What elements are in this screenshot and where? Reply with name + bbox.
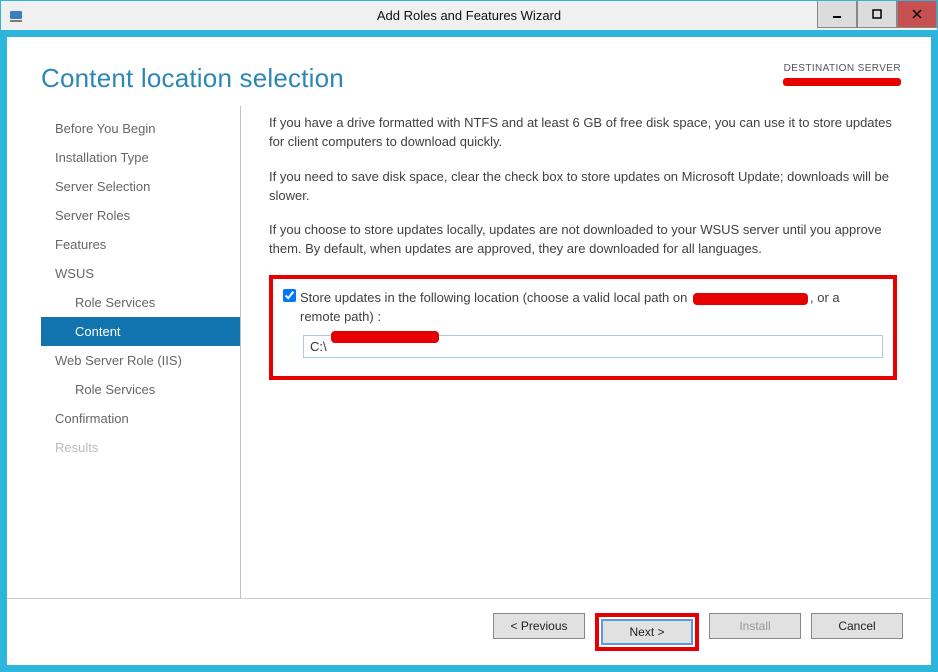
sidebar-item-server-selection[interactable]: Server Selection bbox=[41, 172, 240, 201]
body-frame: Content location selection DESTINATION S… bbox=[1, 31, 937, 671]
server-name-redacted bbox=[693, 293, 808, 305]
store-updates-row: Store updates in the following location … bbox=[283, 289, 883, 327]
window-controls bbox=[817, 1, 937, 31]
paragraph-ntfs-info: If you have a drive formatted with NTFS … bbox=[269, 114, 897, 152]
sidebar-item-results: Results bbox=[41, 433, 240, 462]
store-updates-checkbox[interactable] bbox=[283, 289, 296, 302]
previous-button[interactable]: < Previous bbox=[493, 613, 585, 639]
sidebar-item-wsus-content[interactable]: Content bbox=[41, 317, 240, 346]
close-button[interactable] bbox=[897, 1, 937, 28]
cancel-button[interactable]: Cancel bbox=[811, 613, 903, 639]
highlighted-location-section: Store updates in the following location … bbox=[269, 275, 897, 380]
paragraph-disk-space-info: If you need to save disk space, clear th… bbox=[269, 168, 897, 206]
sidebar-item-before-you-begin[interactable]: Before You Begin bbox=[41, 114, 240, 143]
destination-server-redacted bbox=[783, 78, 901, 86]
minimize-button[interactable] bbox=[817, 1, 857, 28]
body-inner: Content location selection DESTINATION S… bbox=[7, 37, 931, 665]
store-updates-label-part-a: Store updates in the following location … bbox=[300, 290, 691, 305]
sidebar-item-features[interactable]: Features bbox=[41, 230, 240, 259]
sidebar-nav: Before You Begin Installation Type Serve… bbox=[41, 106, 241, 598]
main-split: Before You Begin Installation Type Serve… bbox=[7, 106, 931, 598]
next-button[interactable]: Next > bbox=[601, 619, 693, 645]
sidebar-item-wsus-role-services[interactable]: Role Services bbox=[41, 288, 240, 317]
path-input-wrap bbox=[303, 329, 883, 358]
header-row: Content location selection DESTINATION S… bbox=[7, 37, 931, 106]
sidebar-item-iis-role-services[interactable]: Role Services bbox=[41, 375, 240, 404]
destination-block: DESTINATION SERVER bbox=[783, 63, 901, 86]
sidebar-item-confirmation[interactable]: Confirmation bbox=[41, 404, 240, 433]
sidebar-item-wsus[interactable]: WSUS bbox=[41, 259, 240, 288]
sidebar-item-installation-type[interactable]: Installation Type bbox=[41, 143, 240, 172]
maximize-button[interactable] bbox=[857, 1, 897, 28]
sidebar-item-server-roles[interactable]: Server Roles bbox=[41, 201, 240, 230]
page-title: Content location selection bbox=[41, 63, 344, 94]
wizard-window: Add Roles and Features Wizard Content lo… bbox=[0, 0, 938, 672]
update-path-input[interactable] bbox=[303, 335, 883, 358]
sidebar-item-web-server-role-iis[interactable]: Web Server Role (IIS) bbox=[41, 346, 240, 375]
paragraph-local-store-info: If you choose to store updates locally, … bbox=[269, 221, 897, 259]
destination-server-label: DESTINATION SERVER bbox=[783, 63, 901, 74]
titlebar: Add Roles and Features Wizard bbox=[1, 1, 937, 31]
server-manager-icon bbox=[7, 7, 25, 25]
next-button-highlight: Next > bbox=[595, 613, 699, 651]
install-button: Install bbox=[709, 613, 801, 639]
wizard-button-bar: < Previous Next > Install Cancel bbox=[7, 598, 931, 665]
content-pane: If you have a drive formatted with NTFS … bbox=[241, 106, 901, 598]
window-title: Add Roles and Features Wizard bbox=[1, 8, 937, 23]
store-updates-label: Store updates in the following location … bbox=[300, 289, 883, 327]
